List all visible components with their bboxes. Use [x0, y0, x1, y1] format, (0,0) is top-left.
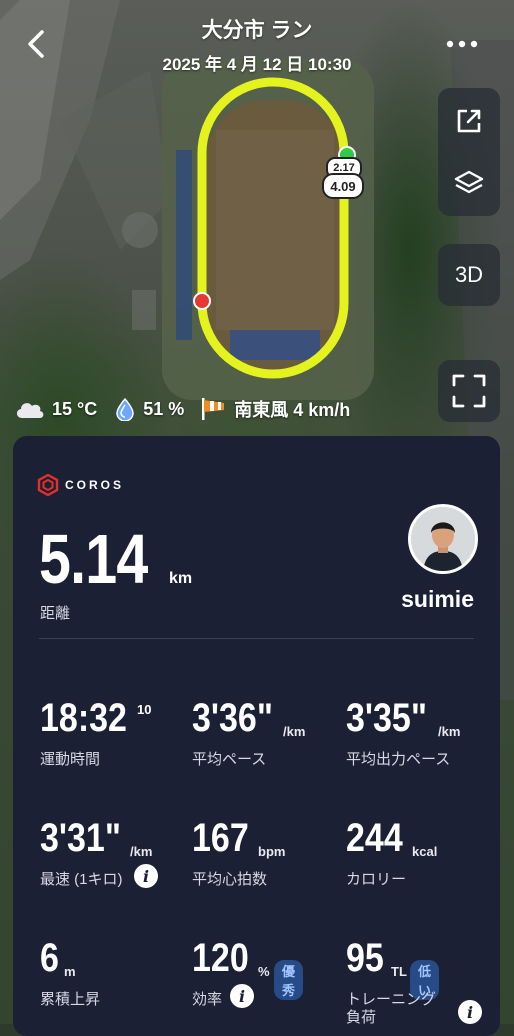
moving-time-subseconds: 10 — [137, 702, 152, 717]
calories-value: 244 — [346, 816, 403, 860]
wind-item: 南東風 4 km/h — [200, 396, 350, 422]
3d-view-button[interactable]: 3D — [438, 244, 500, 306]
brand-name: COROS — [65, 478, 125, 492]
avg-pace-unit: /km — [283, 724, 306, 739]
avg-pace-value: 3'36" — [192, 696, 273, 740]
stat-elevation-gain: 6 m 累積上昇 — [40, 936, 100, 1008]
avg-pace-label: 平均ペース — [192, 751, 267, 768]
activity-datetime: 2025 年 4 月 12 日 10:30 — [162, 55, 352, 74]
more-options-button[interactable] — [442, 32, 482, 56]
stat-training-load: 95 TL 低い トレーニング 負荷 i — [346, 936, 482, 1026]
stat-fastest-km: 3'31" /km 最速 (1キロ) i — [40, 816, 158, 888]
user-avatar[interactable] — [408, 504, 478, 574]
calories-unit: kcal — [412, 844, 438, 859]
stat-efficiency: 120 % 優秀 効率 i — [192, 936, 304, 1008]
fullscreen-icon — [452, 374, 486, 408]
avg-hr-value: 167 — [192, 816, 249, 860]
layers-icon — [454, 170, 484, 194]
wind-sock-icon — [202, 398, 225, 420]
temperature-item: 15 °C — [14, 398, 97, 420]
elevation-gain-label: 累積上昇 — [40, 991, 101, 1008]
map-controls-group — [438, 88, 500, 216]
page-title: 大分市 ラン — [201, 19, 313, 42]
moving-time-label: 運動時間 — [40, 751, 101, 768]
humidity-item: 51 % — [113, 397, 184, 421]
cloud-icon — [16, 403, 44, 418]
summary-divider — [39, 638, 474, 639]
avg-power-pace-label: 平均出力ペース — [346, 751, 451, 768]
weather-bar: 15 °C 51 % 南東風 4 km/h — [14, 396, 366, 422]
fullscreen-button[interactable] — [438, 360, 500, 422]
username: suimie — [401, 586, 474, 612]
avg-power-pace-unit: /km — [438, 724, 461, 739]
calories-label: カロリー — [346, 871, 407, 888]
efficiency-value: 120 — [192, 936, 249, 980]
fastest-km-value: 3'31" — [40, 816, 121, 860]
training-load-info-icon[interactable]: i — [458, 1000, 482, 1024]
humidity-value: 51 % — [143, 398, 185, 419]
stat-moving-time: 18:32 10 運動時間 — [40, 696, 151, 768]
avatar-image — [411, 507, 475, 571]
efficiency-info-icon[interactable]: i — [230, 984, 254, 1008]
wind-value: 南東風 4 km/h — [234, 400, 351, 420]
elevation-gain-value: 6 — [40, 936, 59, 980]
avg-hr-unit: bpm — [258, 844, 286, 859]
moving-time-value: 18:32 — [40, 696, 127, 740]
avg-hr-label: 平均心拍数 — [192, 871, 268, 888]
share-button[interactable] — [438, 90, 500, 152]
training-load-unit: TL — [391, 964, 407, 979]
elevation-gain-unit: m — [64, 964, 76, 979]
training-load-value: 95 — [346, 936, 384, 980]
brand-logo: COROS — [37, 474, 124, 496]
more-dots-icon — [446, 40, 478, 48]
fastest-km-label: 最速 (1キロ) — [40, 871, 123, 888]
lap-marker: 2.17 4.09 — [322, 157, 364, 199]
efficiency-unit: % — [258, 964, 270, 979]
humidity-drop-icon — [116, 397, 134, 421]
end-marker — [193, 292, 211, 310]
stat-avg-power-pace: 3'35" /km 平均出力ペース — [346, 696, 460, 768]
fastest-km-info-icon[interactable]: i — [134, 864, 158, 888]
stat-avg-heart-rate: 167 bpm 平均心拍数 — [192, 816, 285, 888]
efficiency-label: 効率 — [192, 991, 223, 1008]
distance-label: 距離 — [40, 605, 71, 622]
distance-unit: km — [169, 570, 193, 587]
temperature-value: 15 °C — [52, 398, 98, 419]
avg-power-pace-value: 3'35" — [346, 696, 427, 740]
efficiency-badge: 優秀 — [274, 960, 304, 1000]
stat-avg-pace: 3'36" /km 平均ペース — [192, 696, 305, 768]
map-layers-button[interactable] — [438, 152, 500, 214]
share-icon — [457, 109, 481, 133]
distance-marker-label: 4.09 — [322, 173, 364, 199]
distance-value: 5.14 — [39, 520, 148, 598]
stat-calories: 244 kcal カロリー — [346, 816, 437, 888]
coros-logo-icon — [37, 474, 59, 496]
activity-summary-card: COROS 5.14 km 距離 suimie 18:32 10 運動時間 3'… — [13, 436, 500, 1036]
fastest-km-unit: /km — [130, 844, 153, 859]
